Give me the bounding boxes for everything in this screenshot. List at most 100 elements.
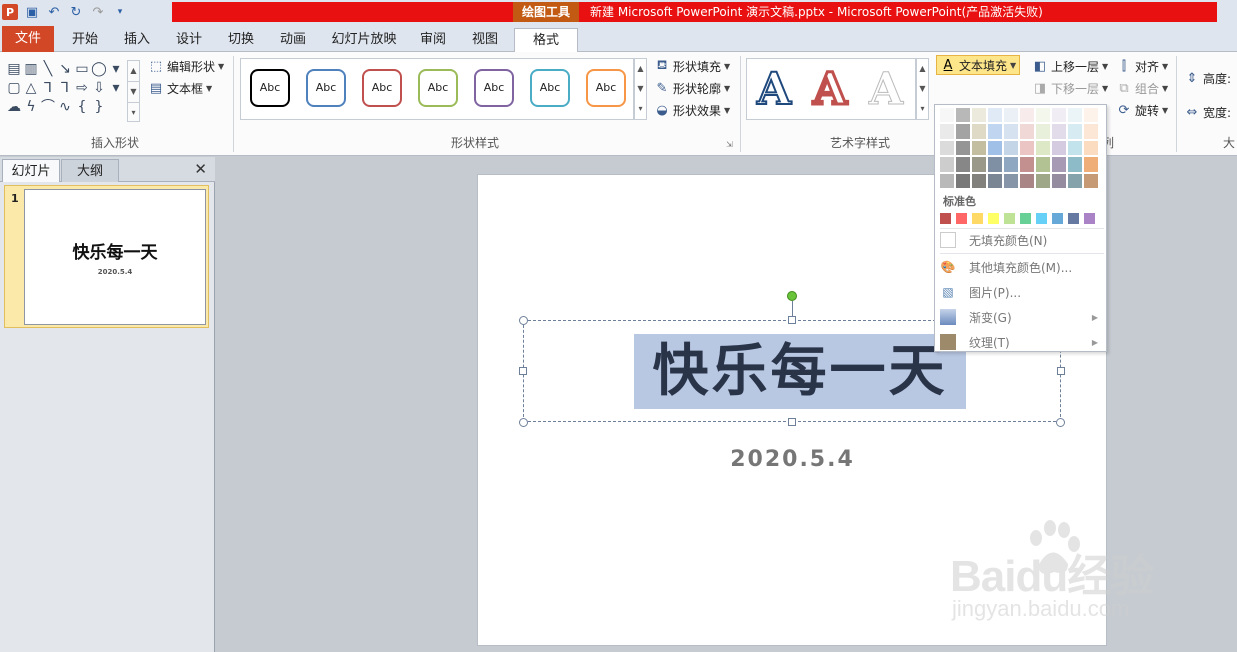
more-shape-icon-2[interactable]: ▾ (108, 79, 124, 97)
wordart-style-white[interactable]: A (868, 63, 903, 117)
picture-fill-item[interactable]: ▧ 图片(P)... (940, 280, 1104, 304)
scroll-down-icon[interactable]: ▼ (128, 82, 139, 103)
width-field[interactable]: ⇔ 宽度: (1184, 102, 1232, 122)
expand-icon[interactable]: ▾ (635, 99, 646, 119)
shape-style-green[interactable]: Abc (418, 69, 458, 107)
arc-shape-icon[interactable]: ⌒ (40, 98, 56, 116)
triangle-shape-icon[interactable]: △ (23, 79, 39, 97)
wordart-style-blue[interactable]: A (756, 63, 792, 117)
vertical-textbox-shape-icon[interactable]: ▥ (23, 60, 39, 78)
resize-handle-t[interactable] (788, 316, 796, 324)
text-box-button[interactable]: ▤ 文本框 ▼ (148, 78, 212, 98)
slide-thumbnail-selected[interactable]: 1 快乐每一天 2020.5.4 (4, 185, 209, 328)
theme-color-palette[interactable] (940, 108, 1106, 189)
color-orange[interactable] (972, 213, 983, 224)
tab-transitions[interactable]: 切换 (220, 28, 262, 52)
tab-design[interactable]: 设计 (168, 28, 210, 52)
wordart-style-red[interactable]: A (811, 63, 848, 117)
texture-fill-item[interactable]: 纹理(T) ▶ (940, 330, 1104, 354)
wordart-scroll[interactable]: ▲ ▼ ▾ (916, 58, 929, 120)
color-red[interactable] (956, 213, 967, 224)
scroll-down-icon[interactable]: ▼ (917, 79, 928, 99)
tab-animations[interactable]: 动画 (272, 28, 314, 52)
wordart-gallery[interactable]: A A A (746, 58, 916, 120)
line-shape-icon[interactable]: ╲ (40, 60, 56, 78)
shape-style-blue[interactable]: Abc (306, 69, 346, 107)
scroll-up-icon[interactable]: ▲ (917, 59, 928, 79)
more-shape-icon[interactable]: ▾ (108, 60, 124, 78)
shape-style-black[interactable]: Abc (250, 69, 290, 107)
save-icon[interactable]: ▣ (24, 4, 40, 20)
tab-view[interactable]: 视图 (464, 28, 506, 52)
arrow-line-shape-icon[interactable]: ↘ (57, 60, 73, 78)
rotation-handle[interactable] (787, 291, 797, 301)
shape-style-red[interactable]: Abc (362, 69, 402, 107)
tab-home[interactable]: 开始 (62, 28, 108, 52)
expand-icon[interactable]: ▾ (917, 99, 928, 119)
resize-handle-bl[interactable] (519, 418, 528, 427)
redo-icon[interactable]: ↻ (68, 4, 84, 20)
color-light-green[interactable] (1004, 213, 1015, 224)
curve-shape-icon[interactable]: ∿ (57, 98, 73, 116)
bring-forward-button[interactable]: ◧ 上移一层 ▼ (1032, 56, 1108, 76)
shape-style-purple[interactable]: Abc (474, 69, 514, 107)
dialog-launcher-icon[interactable]: ⇲ (726, 138, 733, 150)
tab-insert[interactable]: 插入 (116, 28, 158, 52)
resize-handle-tl[interactable] (519, 316, 528, 325)
powerpoint-icon[interactable]: P (2, 4, 18, 20)
shape-effects-button[interactable]: ◒ 形状效果 ▼ (654, 100, 730, 120)
tab-outline[interactable]: 大纲 (61, 159, 119, 182)
elbow-connector-shape-icon[interactable]: ꓶ (40, 79, 56, 97)
slide-date[interactable]: 2020.5.4 (700, 447, 885, 472)
shape-fill-button[interactable]: ⛾ 形状填充 ▼ (654, 56, 730, 76)
undo-icon[interactable]: ↶ (46, 4, 62, 20)
lightning-shape-icon[interactable]: ϟ (23, 98, 39, 116)
text-fill-button[interactable]: A 文本填充 ▼ (936, 55, 1021, 75)
more-colors-item[interactable]: 🎨 其他填充颜色(M)... (940, 255, 1104, 279)
color-dark-blue[interactable] (1068, 213, 1079, 224)
resize-handle-l[interactable] (519, 367, 527, 375)
rotate-button[interactable]: ⟳ 旋转 ▼ (1116, 100, 1169, 120)
scroll-up-icon[interactable]: ▲ (128, 61, 139, 82)
brace-left-shape-icon[interactable]: { (74, 98, 90, 116)
shape-outline-button[interactable]: ✎ 形状轮廓 ▼ (654, 78, 731, 98)
color-light-blue[interactable] (1036, 213, 1047, 224)
tab-slideshow[interactable]: 幻灯片放映 (328, 28, 400, 52)
group-button[interactable]: ⧉ 组合 ▼ (1116, 78, 1168, 98)
elbow-arrow-shape-icon[interactable]: ⅂ (57, 79, 73, 97)
no-fill-item[interactable]: 无填充颜色(N) (940, 228, 1104, 252)
repeat-icon[interactable]: ↷ (90, 4, 106, 20)
align-button[interactable]: ⫿ 对齐 ▼ (1116, 56, 1168, 76)
resize-handle-b[interactable] (788, 418, 796, 426)
expand-icon[interactable]: ▾ (128, 103, 139, 123)
scroll-down-icon[interactable]: ▼ (635, 79, 646, 99)
close-icon[interactable]: ✕ (194, 159, 207, 179)
color-purple[interactable] (1084, 213, 1095, 224)
shape-styles-scroll[interactable]: ▲ ▼ ▾ (634, 58, 647, 120)
tab-slides[interactable]: 幻灯片 (2, 159, 60, 182)
tab-review[interactable]: 审阅 (412, 28, 454, 52)
height-field[interactable]: ⇕ 高度: (1184, 68, 1232, 88)
rounded-rect-shape-icon[interactable]: ▢ (6, 79, 22, 97)
tab-format[interactable]: 格式 (514, 28, 578, 53)
shapes-gallery[interactable]: ▤ ▥ ╲ ↘ ▭ ◯ ▾ ▢ △ ꓶ ⅂ ⇨ ⇩ ▾ ☁ ϟ ⌒ ∿ { } (6, 60, 126, 122)
edit-shape-button[interactable]: ⬚ 编辑形状 ▼ (148, 56, 224, 76)
customize-qat-icon[interactable]: ▾ (112, 4, 128, 20)
brace-right-shape-icon[interactable]: } (91, 98, 107, 116)
send-backward-button[interactable]: ◨ 下移一层 ▼ (1032, 78, 1108, 98)
slide-thumbnail[interactable]: 快乐每一天 2020.5.4 (24, 189, 206, 325)
color-green[interactable] (1020, 213, 1031, 224)
textbox-shape-icon[interactable]: ▤ (6, 60, 22, 78)
shape-style-orange[interactable]: Abc (586, 69, 626, 107)
gradient-fill-item[interactable]: 渐变(G) ▶ (940, 305, 1104, 329)
tab-file[interactable]: 文件 (2, 26, 54, 52)
resize-handle-r[interactable] (1057, 367, 1065, 375)
color-dark-red[interactable] (940, 213, 951, 224)
shape-styles-gallery[interactable]: Abc Abc Abc Abc Abc Abc Abc (240, 58, 634, 120)
color-blue[interactable] (1052, 213, 1063, 224)
oval-shape-icon[interactable]: ◯ (91, 60, 107, 78)
shapes-scroll[interactable]: ▲ ▼ ▾ (127, 60, 140, 122)
resize-handle-br[interactable] (1056, 418, 1065, 427)
right-arrow-shape-icon[interactable]: ⇨ (74, 79, 90, 97)
shape-style-aqua[interactable]: Abc (530, 69, 570, 107)
